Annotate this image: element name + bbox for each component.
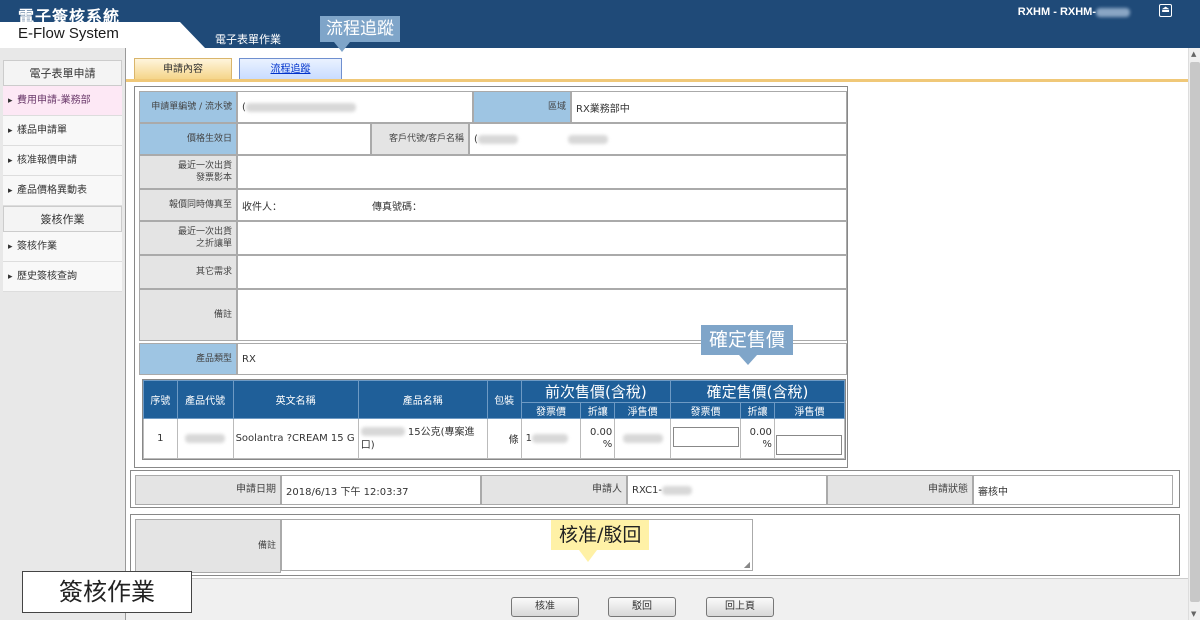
sidebar-item-expense[interactable]: 費用申請-業務部	[3, 86, 122, 116]
th-new-price: 確定售價(含稅)	[670, 380, 845, 403]
value-customer: (	[469, 123, 847, 155]
product-table: 序號 產品代號 英文名稱 產品名稱 包裝 前次售價(含稅) 確定售價(含稅) 發…	[142, 379, 846, 460]
new-net-input[interactable]	[776, 435, 843, 455]
cell-prev-discount: 0.00 %	[580, 418, 616, 459]
callout-signing: 簽核作業	[22, 571, 192, 613]
approval-remark-textarea[interactable]: ◢	[281, 519, 753, 571]
reject-button[interactable]: 駁回	[608, 597, 676, 617]
new-invoice-input[interactable]	[672, 427, 739, 447]
th-prev-discount: 折讓	[580, 402, 616, 419]
main-content: 申請內容 流程追蹤 申請單編號 / 流水號 ( 區域 RX業務部中 價格生效日 …	[126, 48, 1188, 620]
th-prev-net: 淨售價	[614, 402, 672, 419]
sidebar-item-price-change[interactable]: 產品價格異動表	[3, 176, 122, 206]
th-seq: 序號	[143, 380, 178, 419]
label-region: 區域	[473, 91, 571, 123]
th-prev-invoice: 發票價	[520, 402, 582, 419]
sidebar-section-signing: 簽核作業	[3, 206, 122, 232]
sidebar-item-quote[interactable]: 核准報價申請	[3, 146, 122, 176]
label-remark-form: 備註	[139, 289, 237, 341]
th-code: 產品代號	[176, 380, 234, 419]
back-button[interactable]: 回上頁	[706, 597, 774, 617]
label-last-invoice: 最近一次出貨 發票影本	[139, 155, 237, 189]
label-other: 其它需求	[139, 255, 237, 289]
label-app-no: 申請單編號 / 流水號	[139, 91, 237, 123]
button-bar: 核准 駁回 回上頁	[126, 578, 1188, 620]
user-info: RXHM - RXHM-	[1018, 6, 1130, 18]
value-last-discount	[237, 221, 847, 255]
nav-eform[interactable]: 電子表單作業	[215, 31, 281, 47]
value-quote-fax: 收件人： 傳真號碼：	[237, 189, 847, 221]
tab-content[interactable]: 申請內容	[134, 58, 232, 79]
application-form: 申請單編號 / 流水號 ( 區域 RX業務部中 價格生效日 客戶代號/客戶名稱 …	[134, 86, 848, 468]
sidebar-item-signing[interactable]: 簽核作業	[3, 232, 122, 262]
th-prev-price: 前次售價(含稅)	[520, 380, 672, 403]
label-effective-date: 價格生效日	[139, 123, 237, 155]
th-name: 產品名稱	[357, 380, 488, 419]
sidebar-section-eform: 電子表單申請	[3, 60, 122, 86]
th-new-discount: 折讓	[740, 402, 775, 419]
vertical-scrollbar[interactable]: ▲ ▼	[1188, 48, 1200, 620]
label-apply-date: 申請日期	[135, 475, 281, 505]
value-applicant: RXC1-	[627, 475, 827, 505]
tab-divider	[126, 79, 1188, 82]
value-other	[237, 255, 847, 289]
value-app-no: (	[237, 91, 473, 123]
th-new-invoice: 發票價	[670, 402, 742, 419]
sidebar-item-history[interactable]: 歷史簽核查詢	[3, 262, 122, 292]
cell-new-net	[773, 418, 846, 459]
exit-icon[interactable]: ⏏	[1159, 4, 1172, 17]
label-applicant: 申請人	[481, 475, 627, 505]
value-status: 審核中	[973, 475, 1173, 505]
label-last-discount: 最近一次出貨 之折讓單	[139, 221, 237, 255]
fax-no-label: 傳真號碼：	[372, 201, 422, 213]
th-new-net: 淨售價	[773, 402, 846, 419]
scrollbar-thumb[interactable]	[1190, 62, 1200, 602]
resize-handle-icon[interactable]: ◢	[744, 560, 750, 569]
cell-name: 15公克(專案進口)	[357, 418, 488, 459]
receiver-label: 收件人：	[242, 201, 282, 213]
sidebar-item-sample[interactable]: 樣品申請單	[3, 116, 122, 146]
cell-prev-invoice: 1	[520, 418, 582, 459]
cell-new-invoice	[670, 418, 742, 459]
callout-approve-reject: 核准/駁回	[551, 520, 650, 562]
sidebar: 電子表單申請 費用申請-業務部 樣品申請單 核准報價申請 產品價格異動表 簽核作…	[0, 48, 126, 620]
label-quote-fax: 報價同時傳真至	[139, 189, 237, 221]
approval-remark: 備註 ◢	[130, 514, 1180, 576]
callout-flow-tracking: 流程追蹤	[320, 16, 400, 52]
approve-button[interactable]: 核准	[511, 597, 579, 617]
app-header: 電子簽核系統 E-Flow System 電子表單作業 RXHM - RXHM-…	[0, 0, 1200, 48]
label-status: 申請狀態	[827, 475, 973, 505]
cell-en-name: Soolantra ?CREAM 15 G	[232, 418, 359, 459]
table-row: 1 Soolantra ?CREAM 15 G 15公克(專案進口) 條 1 0…	[143, 418, 846, 459]
tab-flow-tracking[interactable]: 流程追蹤	[239, 58, 342, 79]
cell-seq: 1	[143, 418, 178, 459]
value-last-invoice	[237, 155, 847, 189]
system-subtitle-tab: E-Flow System	[0, 22, 205, 48]
scroll-up-icon[interactable]: ▲	[1191, 50, 1196, 58]
label-product-type: 產品類型	[139, 343, 237, 375]
callout-confirmed-price: 確定售價	[701, 325, 794, 365]
value-effective-date	[237, 123, 371, 155]
system-subtitle: E-Flow System	[18, 25, 119, 42]
scroll-down-icon[interactable]: ▼	[1191, 610, 1196, 618]
th-pack: 包裝	[486, 380, 522, 419]
cell-pack: 條	[486, 418, 522, 459]
cell-new-discount: 0.00 %	[740, 418, 775, 459]
th-en-name: 英文名稱	[232, 380, 359, 419]
label-customer: 客戶代號/客戶名稱	[371, 123, 469, 155]
cell-prev-net	[614, 418, 672, 459]
applicant-info: 申請日期 2018/6/13 下午 12:03:37 申請人 RXC1- 申請狀…	[130, 470, 1180, 508]
label-approval-remark: 備註	[135, 519, 281, 573]
value-apply-date: 2018/6/13 下午 12:03:37	[281, 475, 481, 505]
cell-code	[176, 418, 234, 459]
value-region: RX業務部中	[571, 91, 847, 123]
